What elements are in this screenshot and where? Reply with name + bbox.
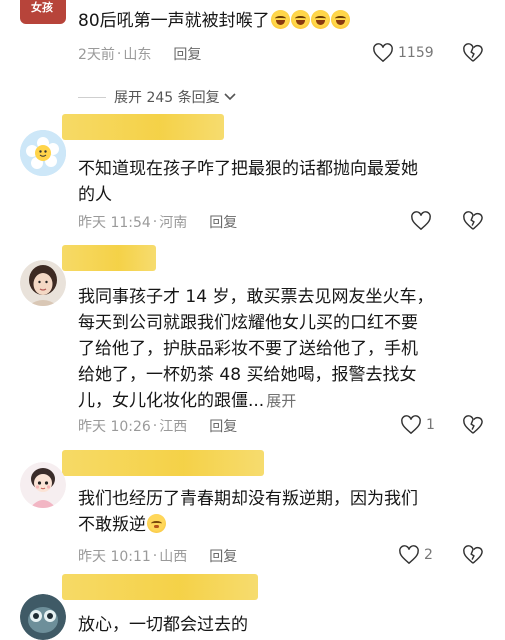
expand-text-button[interactable]: 展开 xyxy=(266,392,296,410)
avatar[interactable] xyxy=(20,260,66,306)
comment-meta: 昨天 10:11 · 山西 回复 xyxy=(78,546,238,566)
avatar[interactable] xyxy=(20,462,66,508)
broken-heart-icon xyxy=(463,545,483,564)
username-redacted xyxy=(62,114,224,140)
comment-text: 80后吼第一声就被封喉了 xyxy=(78,8,350,34)
broken-heart-icon xyxy=(463,415,483,434)
like-count: 2 xyxy=(424,547,433,563)
dislike-button[interactable] xyxy=(462,545,484,565)
laughing-emoji-icon xyxy=(270,10,290,29)
broken-heart-icon xyxy=(463,211,483,230)
laughing-emoji-icon xyxy=(310,10,330,29)
reply-button[interactable]: 回复 xyxy=(209,546,237,566)
heart-icon xyxy=(401,415,421,435)
avatar[interactable] xyxy=(20,130,66,176)
avatar[interactable]: 女孩 xyxy=(20,0,66,24)
comment-meta: 昨天 11:54 · 河南 回复 xyxy=(78,212,238,232)
divider xyxy=(78,96,106,98)
comment-meta: 2天前 · 山东 回复 xyxy=(78,44,202,64)
heart-icon xyxy=(399,545,419,565)
dislike-button[interactable] xyxy=(462,415,484,435)
like-count: 1 xyxy=(426,417,435,433)
comment-text: 我同事孩子才 14 岁，敢买票去见网友坐火车， 每天到公司就跟我们炫耀他女儿买的… xyxy=(78,287,434,411)
username-redacted xyxy=(62,574,258,600)
comment-text: 放心，一切都会过去的 xyxy=(78,615,248,635)
username-redacted xyxy=(62,450,264,476)
broken-heart-icon xyxy=(463,43,483,62)
like-button[interactable]: 1 xyxy=(400,415,435,435)
dislike-button[interactable] xyxy=(462,211,484,231)
like-count: 1159 xyxy=(398,45,434,61)
reply-button[interactable]: 回复 xyxy=(173,44,201,64)
like-button[interactable]: 1159 xyxy=(372,43,434,63)
expand-replies-button[interactable]: 展开 245 条回复 xyxy=(78,87,237,107)
reply-button[interactable]: 回复 xyxy=(209,416,237,436)
chevron-down-icon xyxy=(224,93,236,101)
reply-button[interactable]: 回复 xyxy=(209,212,237,232)
comment-text: 我们也经历了青春期却没有叛逆期，因为我们 不敢叛逆 xyxy=(78,489,418,535)
heart-icon xyxy=(373,43,393,63)
avatar[interactable] xyxy=(20,594,66,640)
like-button[interactable]: 2 xyxy=(398,545,433,565)
like-button[interactable] xyxy=(410,211,432,231)
user-badge: 女孩 xyxy=(31,1,53,14)
comment-text: 不知道现在孩子咋了把最狠的话都抛向最爱她 的人 xyxy=(78,159,418,205)
username-redacted xyxy=(62,245,156,271)
shy-emoji-icon xyxy=(147,514,166,533)
laughing-emoji-icon xyxy=(330,10,350,29)
laughing-emoji-icon xyxy=(290,10,310,29)
comment-meta: 昨天 10:26 · 江西 回复 xyxy=(78,416,238,436)
dislike-button[interactable] xyxy=(462,43,484,63)
heart-icon xyxy=(411,211,431,231)
